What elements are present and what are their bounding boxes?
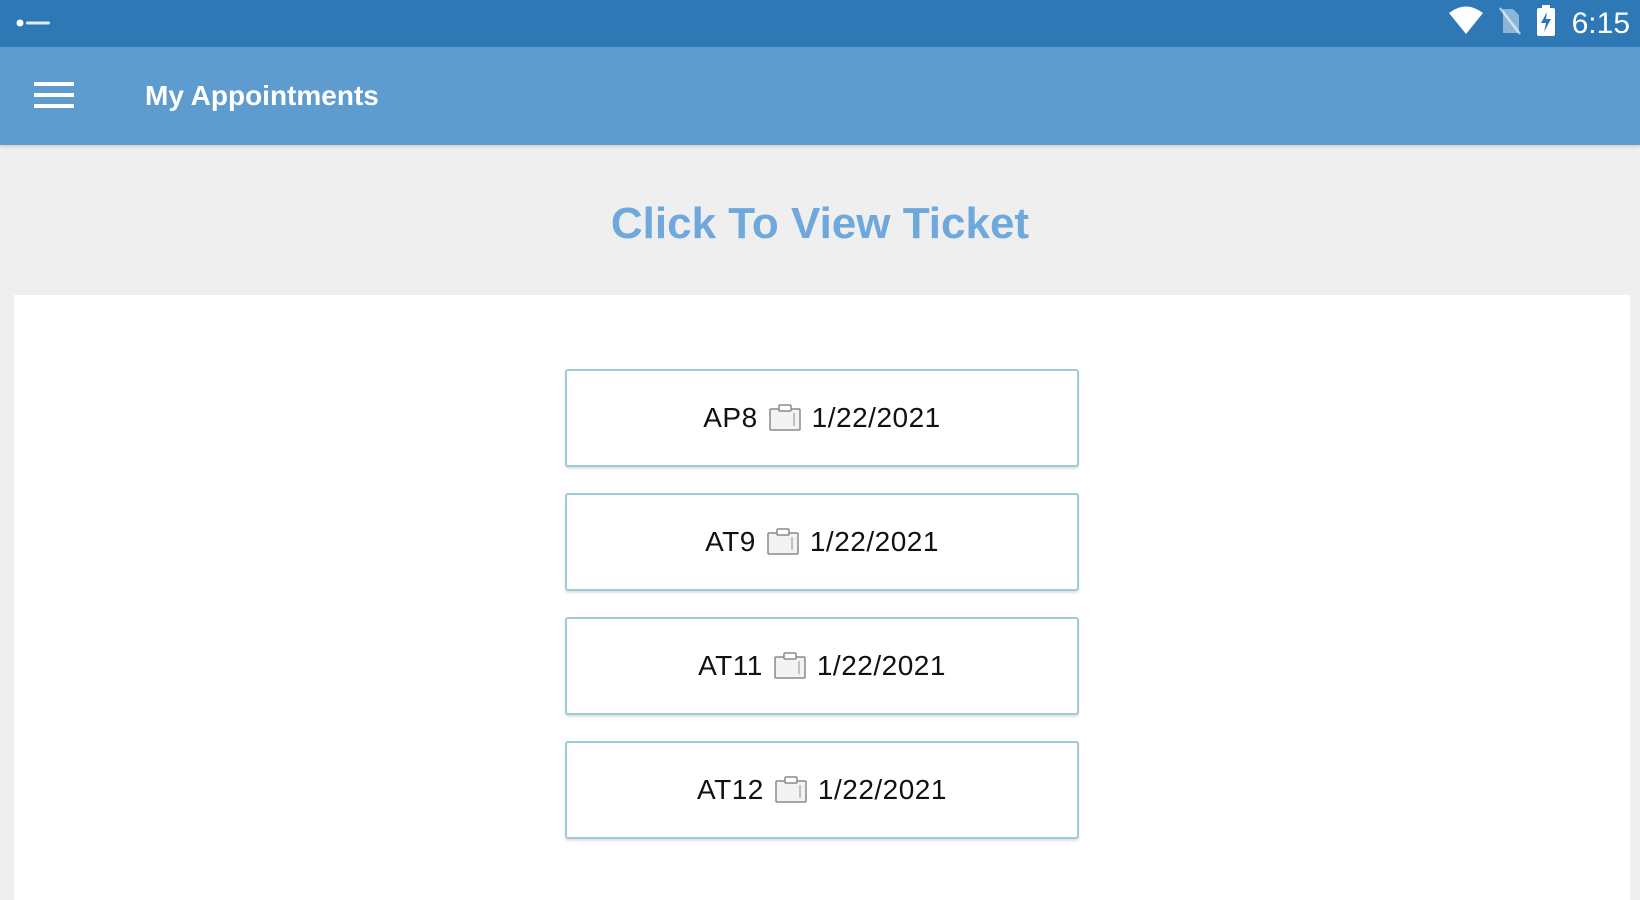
clipboard-icon: [766, 528, 800, 556]
clipboard-icon: [773, 652, 807, 680]
status-time: 6:15: [1571, 6, 1630, 40]
clipboard-icon: [768, 404, 802, 432]
ticket-date: 1/22/2021: [816, 650, 946, 681]
ticket-button-at9[interactable]: AT9 1/22/2021: [565, 493, 1079, 591]
notification-dots-icon: [16, 16, 52, 30]
ticket-code: AP8: [703, 402, 758, 433]
app-title: My Appointments: [145, 80, 379, 111]
menu-button[interactable]: [28, 75, 80, 119]
clipboard-icon: [774, 776, 808, 804]
app-bar: My Appointments: [0, 47, 1640, 145]
no-sim-icon: [1498, 6, 1522, 41]
hamburger-menu-icon: [34, 80, 74, 115]
ticket-code: AT11: [698, 650, 763, 681]
ticket-button-at12[interactable]: AT12 1/22/2021: [565, 741, 1079, 839]
ticket-code: AT9: [705, 526, 756, 557]
ticket-button-at11[interactable]: AT11 1/22/2021: [565, 617, 1079, 715]
ticket-date: 1/22/2021: [811, 402, 941, 433]
ticket-button-ap8[interactable]: AP8 1/22/2021: [565, 369, 1079, 467]
battery-charging-icon: [1536, 5, 1556, 42]
ticket-date: 1/22/2021: [809, 526, 939, 557]
wifi-icon: [1448, 6, 1484, 41]
page-heading: Click To View Ticket: [0, 145, 1640, 295]
status-bar: 6:15: [0, 0, 1640, 47]
ticket-list: AP8 1/22/2021 AT9 1/22/2021 AT11 1/22/20…: [565, 369, 1079, 865]
ticket-date: 1/22/2021: [817, 774, 947, 805]
ticket-code: AT12: [697, 774, 764, 805]
page-heading-text: Click To View Ticket: [610, 199, 1030, 248]
